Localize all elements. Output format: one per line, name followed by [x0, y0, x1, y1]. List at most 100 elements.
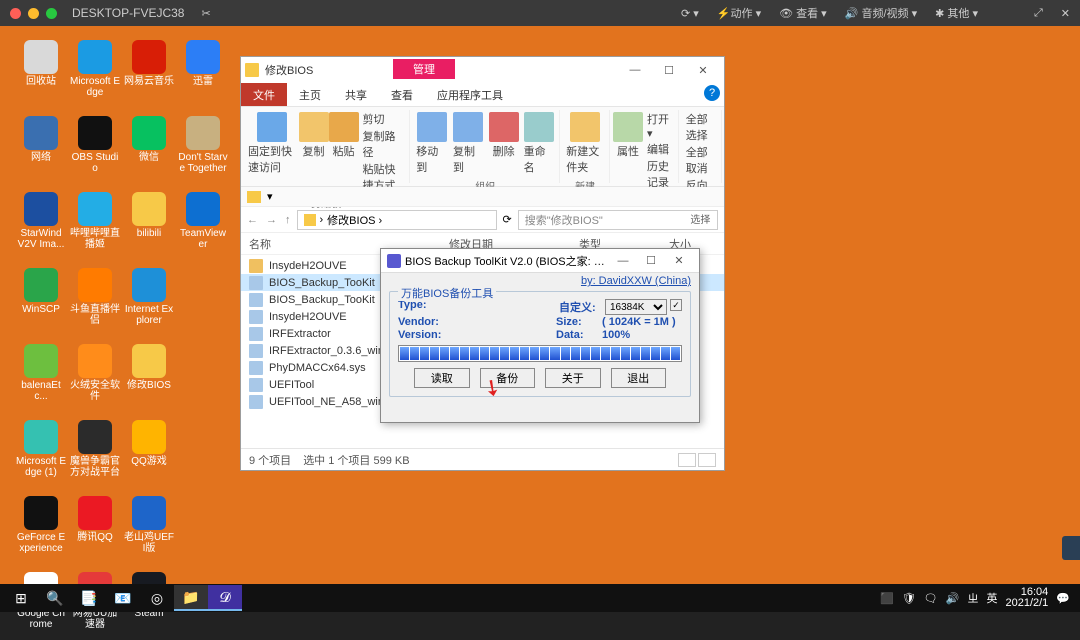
min-button[interactable]: — — [618, 59, 652, 81]
desktop-icon[interactable]: 腾讯QQ — [70, 496, 120, 554]
tray-ime-icon[interactable]: ㄓ — [967, 590, 978, 606]
copyto-button[interactable]: 复制到 — [451, 110, 486, 177]
desktop-icon[interactable]: balenaEtc... — [16, 344, 66, 402]
max-dot[interactable] — [46, 8, 57, 19]
desktop-icon[interactable]: bilibili — [124, 192, 174, 250]
teamviewer-sidetab[interactable] — [1062, 536, 1080, 560]
menu-actions[interactable]: ⚡动作 ▾ — [717, 5, 761, 21]
desktop-icon[interactable]: QQ游戏 — [124, 420, 174, 478]
rename-button[interactable]: 重命名 — [522, 110, 557, 177]
desktop-icon[interactable]: 网络 — [16, 116, 66, 174]
cut-button[interactable]: 剪切 — [363, 111, 404, 127]
teamviewer-taskbar[interactable]: ◎ — [140, 585, 174, 611]
fullscreen-icon[interactable]: ⤢ — [1034, 5, 1043, 21]
search-button[interactable]: 🔍 — [38, 585, 72, 611]
remote-desktop[interactable]: 回收站Microsoft Edge网易云音乐迅雷网络OBS Studio微信Do… — [0, 26, 1080, 612]
tray-volume-icon[interactable]: 🔊 — [946, 592, 960, 605]
desktop-icon[interactable]: GeForce Experience — [16, 496, 66, 554]
moveto-button[interactable]: 移动到 — [414, 110, 449, 177]
scissors-icon[interactable]: ✂ — [201, 7, 210, 20]
desktop-icon[interactable]: StarWind V2V Ima... — [16, 192, 66, 250]
desktop-icon[interactable]: TeamViewer — [178, 192, 228, 250]
explorer-taskbar[interactable]: 📁 — [174, 585, 208, 611]
tab-file[interactable]: 文件 — [241, 83, 287, 106]
desktop-icon[interactable]: 魔兽争霸官方对战平台 — [70, 420, 120, 478]
desktop-icon[interactable]: 回收站 — [16, 40, 66, 98]
dlg-min-button[interactable]: — — [609, 252, 637, 270]
history-button[interactable]: 历史记录 — [647, 158, 672, 190]
biostool-taskbar[interactable]: 𝓓 — [208, 585, 242, 611]
desktop-icon[interactable]: 迅雷 — [178, 40, 228, 98]
up-button[interactable]: ↑ — [285, 214, 291, 226]
tray-lang-icon[interactable]: 英 — [986, 590, 997, 606]
system-tray[interactable]: ⬛ 🛡 🗨 🔊 ㄓ 英 16:04 2021/2/1 💬 — [880, 587, 1076, 609]
forward-button[interactable]: → — [266, 214, 277, 226]
desktop-icon[interactable]: 修改BIOS — [124, 344, 174, 402]
tab-share[interactable]: 共享 — [333, 83, 379, 106]
dialog-titlebar[interactable]: BIOS Backup ToolKit V2.0 (BIOS之家: www.bi… — [381, 249, 699, 273]
desktop-icon[interactable]: OBS Studio — [70, 116, 120, 174]
tray-chat-icon[interactable]: 🗨 — [924, 592, 938, 605]
tab-view[interactable]: 查看 — [379, 83, 425, 106]
taskview-button[interactable]: 📑 — [72, 585, 106, 611]
min-dot[interactable] — [28, 8, 39, 19]
refresh-icon[interactable]: ⟳ — [503, 213, 512, 226]
desktop-icon[interactable]: 网易云音乐 — [124, 40, 174, 98]
mail-taskbar[interactable]: 📧 — [106, 585, 140, 611]
address-bar[interactable]: › 修改BIOS › — [297, 210, 497, 230]
taskbar[interactable]: ⊞ 🔍 📑 📧 ◎ 📁 𝓓 ⬛ 🛡 🗨 🔊 ㄓ 英 16:04 2021/2/1… — [0, 584, 1080, 612]
paste-button[interactable]: 粘贴 — [330, 110, 358, 161]
size-select[interactable]: 16384K — [605, 299, 667, 315]
desktop-icon[interactable]: 火绒安全软件 — [70, 344, 120, 402]
context-tab-badge[interactable]: 管理 — [393, 59, 455, 79]
selectall-button[interactable]: 全部选择 — [686, 111, 715, 143]
back-button[interactable]: ← — [247, 214, 258, 226]
backup-button[interactable]: 备份 — [480, 368, 536, 388]
exit-button[interactable]: 退出 — [611, 368, 667, 388]
desktop-icon[interactable]: WinSCP — [16, 268, 66, 326]
open-button[interactable]: 打开 ▾ — [647, 111, 672, 140]
newfolder-button[interactable]: 新建文件夹 — [564, 110, 606, 177]
desktop-icon[interactable]: 微信 — [124, 116, 174, 174]
tab-home[interactable]: 主页 — [287, 83, 333, 106]
tray-nvidia-icon[interactable]: ⬛ — [880, 592, 894, 605]
desktop-icon[interactable]: 斗鱼直播伴侣 — [70, 268, 120, 326]
desktop-icon[interactable]: Internet Explorer — [124, 268, 174, 326]
desktop-icon[interactable]: 哔哩哔哩直播姬 — [70, 192, 120, 250]
delete-button[interactable]: 删除 — [488, 110, 520, 161]
menu-audio-video[interactable]: 🔊 音频/视频 ▾ — [845, 5, 917, 21]
search-input[interactable]: 搜索"修改BIOS" — [518, 210, 718, 230]
help-icon[interactable]: ? — [704, 85, 720, 101]
bios-backup-dialog[interactable]: BIOS Backup ToolKit V2.0 (BIOS之家: www.bi… — [380, 248, 700, 423]
max-button[interactable]: ☐ — [652, 59, 686, 81]
edit-button[interactable]: 编辑 — [647, 141, 672, 157]
dlg-close-button[interactable]: ✕ — [665, 252, 693, 270]
menu-view[interactable]: 👁 查看 ▾ — [779, 5, 827, 21]
chevron-down-icon[interactable]: ▾ — [267, 190, 273, 203]
pin-button[interactable]: 固定到快速访问 — [246, 110, 298, 177]
view-details-icon[interactable] — [678, 453, 696, 467]
tab-apptools[interactable]: 应用程序工具 — [425, 83, 515, 106]
properties-button[interactable]: 属性 — [614, 110, 642, 161]
selectnone-button[interactable]: 全部取消 — [686, 144, 715, 176]
close-button[interactable]: ✕ — [686, 59, 720, 81]
desktop-icon[interactable]: Microsoft Edge — [70, 40, 120, 98]
menu-refresh[interactable]: ⟳ ▾ — [681, 5, 699, 21]
explorer-titlebar[interactable]: 修改BIOS 管理 — ☐ ✕ — [241, 57, 724, 83]
desktop-icon[interactable]: Microsoft Edge (1) — [16, 420, 66, 478]
dlg-max-button[interactable]: ☐ — [637, 252, 665, 270]
desktop-icon[interactable]: Don't Starve Together — [178, 116, 228, 174]
close-dot[interactable] — [10, 8, 21, 19]
notification-icon[interactable]: 💬 — [1056, 592, 1070, 605]
read-button[interactable]: 读取 — [414, 368, 470, 388]
tray-shield-icon[interactable]: 🛡 — [902, 592, 916, 605]
about-button[interactable]: 关于 — [545, 368, 601, 388]
start-button[interactable]: ⊞ — [4, 585, 38, 611]
clock[interactable]: 16:04 2021/2/1 — [1005, 587, 1048, 609]
copypath-button[interactable]: 复制路径 — [363, 128, 404, 160]
menu-other[interactable]: ✱ 其他 ▾ — [935, 5, 978, 21]
size-checkbox[interactable]: ✓ — [670, 299, 682, 311]
copy-button[interactable]: 复制 — [300, 110, 328, 161]
desktop-icon[interactable]: 老山鸡UEFI版 — [124, 496, 174, 554]
close-session-icon[interactable]: ✕ — [1061, 5, 1070, 21]
